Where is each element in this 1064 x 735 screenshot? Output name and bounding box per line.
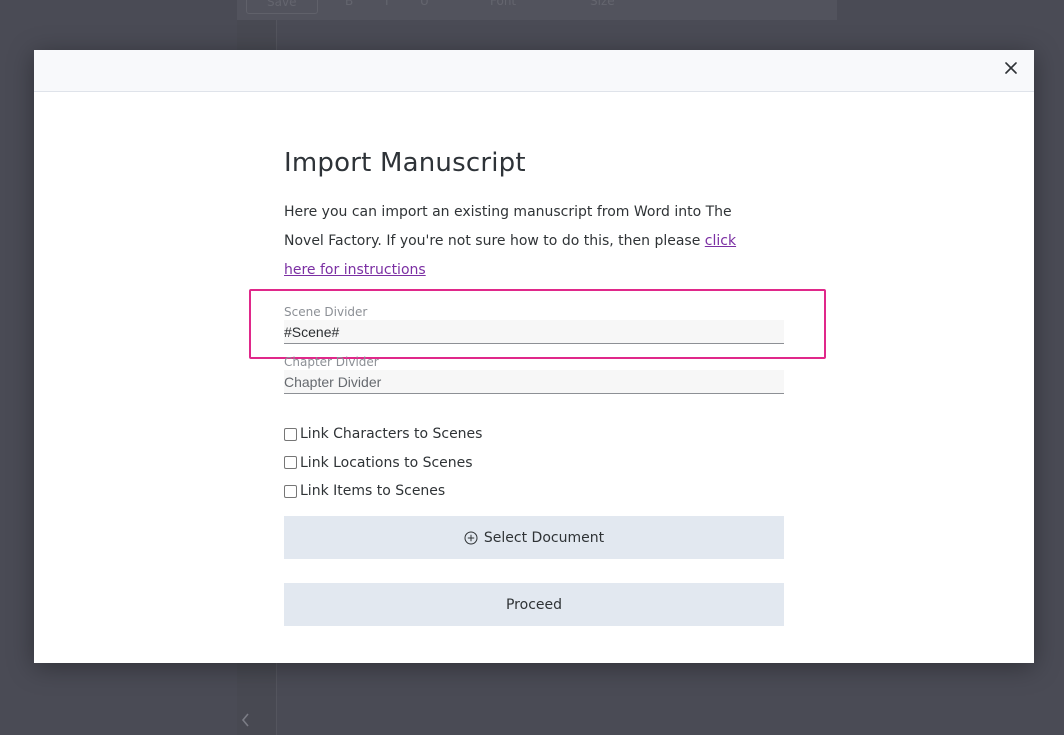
scene-divider-input[interactable] (284, 320, 784, 344)
link-items-label: Link Items to Scenes (300, 483, 446, 500)
chapter-divider-field: Chapter Divider (284, 355, 784, 394)
link-locations-label: Link Locations to Scenes (300, 454, 473, 471)
close-button[interactable] (1004, 61, 1020, 77)
scene-divider-field: Scene Divider (284, 305, 784, 344)
close-icon (1005, 62, 1017, 74)
proceed-button[interactable]: Proceed (284, 583, 784, 626)
link-characters-option[interactable]: Link Characters to Scenes (284, 420, 482, 449)
link-options: Link Characters to Scenes Link Locations… (284, 420, 482, 506)
link-items-checkbox[interactable] (284, 484, 297, 498)
import-form: Import Manuscript Here you can import an… (249, 146, 826, 626)
page-title: Import Manuscript (284, 148, 526, 178)
scene-divider-label: Scene Divider (284, 305, 368, 319)
link-characters-label: Link Characters to Scenes (300, 426, 483, 443)
link-items-option[interactable]: Link Items to Scenes (284, 477, 482, 506)
link-locations-checkbox[interactable] (284, 456, 297, 470)
proceed-label: Proceed (505, 596, 563, 613)
select-document-label: Select Document (483, 529, 605, 546)
modal-header (34, 50, 1034, 92)
plus-circle-icon (464, 531, 478, 545)
intro-text: Here you can import an existing manuscri… (284, 204, 737, 278)
link-locations-option[interactable]: Link Locations to Scenes (284, 449, 482, 478)
select-document-button[interactable]: Select Document (284, 516, 784, 559)
chapter-divider-input[interactable] (284, 370, 784, 394)
chapter-divider-label: Chapter Divider (284, 355, 379, 369)
link-characters-checkbox[interactable] (284, 427, 297, 441)
import-manuscript-modal: Import Manuscript Here you can import an… (34, 50, 1034, 663)
